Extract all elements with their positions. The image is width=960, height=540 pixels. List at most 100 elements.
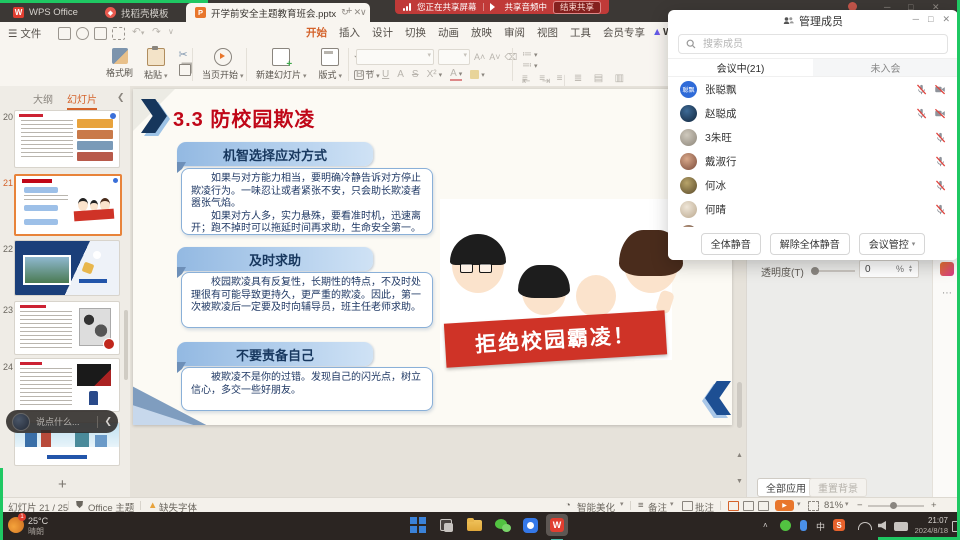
previous-slide-icon[interactable]: ▲ [736,452,743,459]
more-chevron-icon[interactable]: ∨ [168,27,174,36]
sogou-icon[interactable]: S [833,519,845,531]
slide-21[interactable]: 3.3 防校园欺凌 机智选择应对方式 如果与对方能力相当，要明确冷静告诉对方停止… [133,89,732,425]
outline-tab[interactable]: 大纲 [33,91,53,106]
slider-thumb[interactable] [811,267,819,275]
collapse-chat-icon[interactable]: ❮ [104,416,112,427]
tray-expand-icon[interactable]: ˄ [763,521,768,530]
underline-button[interactable]: U [382,69,389,80]
zoom-slider-thumb[interactable] [890,502,897,509]
slide-sorter-icon[interactable] [743,501,754,511]
slide-title[interactable]: 3.3 防校园欺凌 [173,103,315,132]
slide-thumbnail-22[interactable] [14,240,120,296]
designer-icon[interactable] [940,262,954,276]
new-tab-button[interactable]: + [346,5,352,17]
font-family-select[interactable] [356,49,434,65]
increase-font-icon[interactable]: A˄ [474,52,485,62]
zoom-out-button[interactable]: − [857,500,863,511]
tab-home[interactable]: 开始 [306,23,327,42]
member-row[interactable]: 何冰 [668,173,958,197]
tab-member[interactable]: 会员专享 [603,23,645,42]
highlight-button[interactable] [470,69,485,80]
sidebar-scrollbar[interactable] [124,310,128,380]
reset-background-button[interactable]: 重置背景 [809,478,867,497]
align-justify-icon[interactable]: ≣ [574,73,582,84]
wechat-icon[interactable] [494,517,511,534]
new-slide-button[interactable]: 新建幻灯片 [256,48,307,81]
stop-share-button[interactable]: 结束共享 [553,1,601,14]
mic-off-icon[interactable] [916,108,927,119]
italic-button[interactable]: I [371,69,374,80]
member-row[interactable]: 戴淑行 [668,149,958,173]
member-row[interactable]: 何晴 [668,197,958,221]
wifi-icon[interactable] [858,522,872,530]
more-tools-icon[interactable]: ⋯ [942,288,953,299]
decrease-font-icon[interactable]: A˅ [489,52,500,62]
slideshow-button[interactable]: ▶ [775,500,794,511]
play-from-current-button[interactable]: 当页开始 [202,48,244,81]
bullet-list-icon[interactable]: ≔ [522,49,568,60]
mic-off-icon[interactable] [935,132,946,143]
tab-in-meeting[interactable]: 会议中(21) [668,59,813,76]
align-center-icon[interactable]: ≡ [539,73,545,84]
align-right-icon[interactable]: ≡ [557,73,563,84]
mic-off-icon[interactable] [935,156,946,167]
notification-center-icon[interactable] [952,521,959,532]
tab-not-joined[interactable]: 未入会 [813,59,958,76]
zoom-slider[interactable] [868,505,924,507]
next-slide-icon[interactable]: ▼ [736,478,743,485]
close-panel-icon[interactable]: ✕ [942,14,950,25]
print-icon[interactable] [76,27,89,40]
ime-indicator[interactable]: 中 [816,520,825,533]
strike-button[interactable]: S [412,69,419,80]
section-body-2[interactable]: 校园欺凌具有反复性，长期性的特点，不及时处理很有可能导致更持久，更严重的欺凌。因… [181,272,433,328]
mic-off-icon[interactable] [935,180,946,191]
camera-off-icon[interactable] [934,108,946,119]
apply-all-button[interactable]: 全部应用 [757,478,815,497]
section-body-1[interactable]: 如果与对方能力相当，要明确冷静告诉对方停止欺凌行为。一味忍让或者紧张不安，只会助… [181,168,433,235]
redo-icon[interactable]: ↷ [152,26,161,38]
mute-all-button[interactable]: 全体静音 [701,233,761,255]
print-preview-icon[interactable] [94,27,107,40]
file-explorer-icon[interactable] [466,517,483,534]
member-row[interactable]: 赵聪成 [668,101,958,125]
maximize-panel-icon[interactable]: □ [928,14,933,25]
wps-ai-logo[interactable]: ▲ [652,26,662,38]
mic-off-icon[interactable] [916,84,927,95]
member-search-input[interactable] [701,38,940,51]
zoom-in-button[interactable]: + [931,500,937,511]
member-search-box[interactable] [678,34,948,54]
font-color-button[interactable]: A [450,68,462,81]
clock-date[interactable]: 2024/8/18 [902,526,948,535]
distribute-icon[interactable]: ▤ [594,73,603,84]
section-header-1[interactable]: 机智选择应对方式 [177,142,373,166]
superscript-button[interactable]: X² [427,69,443,80]
file-menu[interactable]: ☰ 文件 [8,26,41,41]
section-header-2[interactable]: 及时求助 [177,247,373,271]
tab-transition[interactable]: 切换 [405,23,426,42]
tab-insert[interactable]: 插入 [339,23,360,42]
tray-mic-icon[interactable] [800,520,807,531]
member-row[interactable]: 3朱旺 [668,125,958,149]
app-tab[interactable]: W WPS Office [4,3,87,22]
anti-bullying-cartoon[interactable]: 拒绝校园霸凌！ [440,199,672,360]
meeting-app-icon[interactable] [522,517,539,534]
char-border-button[interactable]: A [397,69,404,80]
output-icon[interactable] [112,27,125,40]
layout-button[interactable]: 版式 [319,48,343,81]
section-header-3[interactable]: 不要责备自己 [177,342,373,366]
undo-icon[interactable]: ↶▾ [132,26,144,38]
start-button[interactable] [410,517,427,534]
reading-view-icon[interactable] [758,501,769,511]
save-icon[interactable] [58,27,71,40]
tab-review[interactable]: 审阅 [504,23,525,42]
spinner-icons[interactable]: ▲▼ [908,265,913,273]
tab-animation[interactable]: 动画 [438,23,459,42]
transparency-slider[interactable] [813,270,855,272]
tab-tools[interactable]: 工具 [570,23,591,42]
transparency-input[interactable]: 0 % ▲▼ [859,260,919,278]
zoom-level[interactable]: 81% [824,500,843,511]
unmute-all-button[interactable]: 解除全体静音 [770,233,850,255]
mic-off-icon[interactable] [935,204,946,215]
tab-slideshow[interactable]: 放映 [471,23,492,42]
task-view-button[interactable] [438,517,455,534]
